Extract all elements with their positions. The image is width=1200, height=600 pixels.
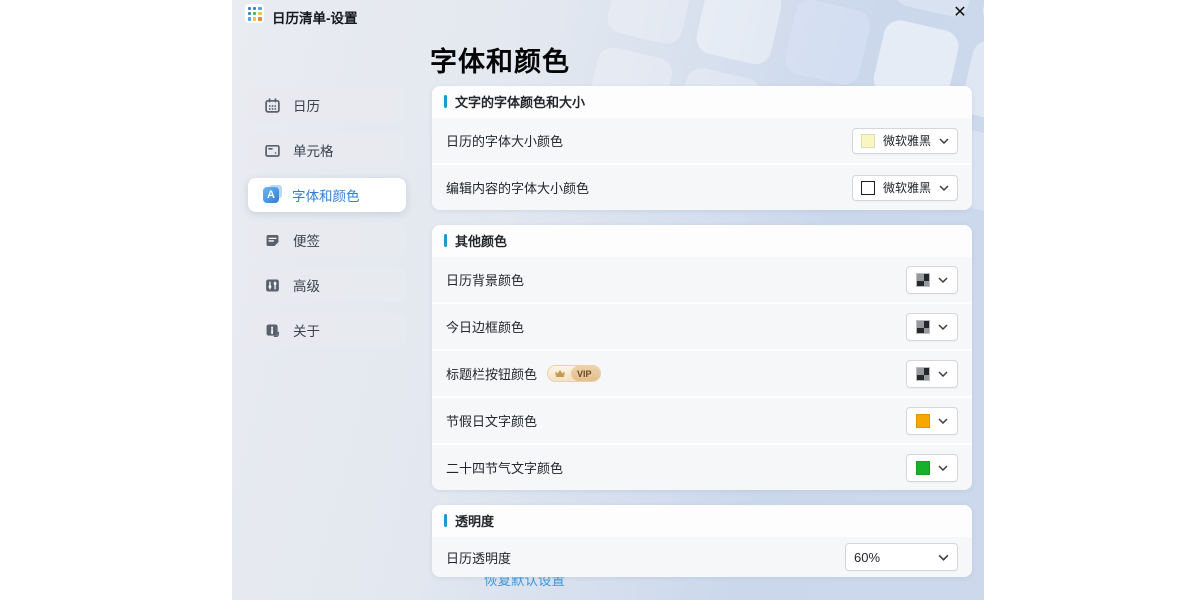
color-swatch [861, 134, 875, 148]
section-other-colors: 其他颜色 日历背景颜色 今日边框颜色 [432, 225, 972, 490]
sidebar-item-label: 字体和颜色 [292, 185, 360, 205]
chevron-down-icon [939, 185, 949, 191]
titlebar-button-color-dropdown[interactable] [906, 360, 958, 388]
section-header: 文字的字体颜色和大小 [432, 86, 972, 116]
color-swatch [916, 414, 930, 428]
settings-content: 文字的字体颜色和大小 日历的字体大小颜色 微软雅黑 编辑内容的字体大小颜色 [432, 86, 972, 592]
sidebar-item-font-color[interactable]: A 字体和颜色 [248, 178, 406, 212]
section-transparency: 透明度 日历透明度 60% [432, 505, 972, 577]
chevron-down-icon [938, 554, 949, 561]
setting-label: 今日边框颜色 [446, 317, 524, 336]
setting-row-edit-font: 编辑内容的字体大小颜色 微软雅黑 [432, 163, 972, 210]
sidebar-item-label: 单元格 [293, 140, 334, 160]
chevron-down-icon [939, 138, 949, 144]
setting-label: 日历背景颜色 [446, 270, 524, 289]
section-font-color-size: 文字的字体颜色和大小 日历的字体大小颜色 微软雅黑 编辑内容的字体大小颜色 [432, 86, 972, 210]
setting-row-calendar-font: 日历的字体大小颜色 微软雅黑 [432, 116, 972, 163]
sliders-icon [263, 276, 281, 294]
section-accent-bar [444, 95, 447, 108]
screen: 日历清单-设置 ✕ 字体和颜色 日历 单元格 A 字体和颜色 [0, 0, 1200, 600]
dropdown-value: 微软雅黑 [883, 132, 931, 149]
cell-icon [263, 141, 281, 159]
calendar-icon [263, 96, 281, 114]
crown-icon [548, 366, 571, 381]
setting-label: 节假日文字颜色 [446, 411, 537, 430]
setting-row-titlebar-button-color: 标题栏按钮颜色 VIP [432, 349, 972, 396]
solar-term-text-color-dropdown[interactable] [906, 454, 958, 482]
chevron-down-icon [938, 418, 948, 424]
calendar-bg-color-dropdown[interactable] [906, 266, 958, 294]
section-accent-bar [444, 234, 447, 247]
sidebar-item-notes[interactable]: 便签 [248, 223, 406, 257]
holiday-text-color-dropdown[interactable] [906, 407, 958, 435]
chevron-down-icon [938, 371, 948, 377]
chevron-down-icon [938, 277, 948, 283]
font-color-icon: A [263, 187, 280, 204]
title-bar: 日历清单-设置 ✕ [232, 0, 984, 30]
section-title: 透明度 [455, 511, 494, 530]
setting-row-calendar-transparency: 日历透明度 60% [432, 535, 972, 577]
edit-font-dropdown[interactable]: 微软雅黑 [852, 175, 958, 201]
window-title: 日历清单-设置 [272, 7, 358, 27]
setting-row-solar-term-text-color: 二十四节气文字颜色 [432, 443, 972, 490]
color-swatch [916, 461, 930, 475]
chevron-down-icon [938, 465, 948, 471]
dropdown-value: 60% [854, 550, 880, 565]
setting-label: 日历的字体大小颜色 [446, 131, 563, 150]
calendar-font-dropdown[interactable]: 微软雅黑 [852, 128, 958, 154]
note-icon [263, 231, 281, 249]
section-title: 其他颜色 [455, 231, 507, 250]
transparent-color-swatch [916, 367, 930, 381]
sidebar: 日历 单元格 A 字体和颜色 便签 [248, 88, 406, 358]
app-icon [245, 4, 264, 23]
sidebar-item-calendar[interactable]: 日历 [248, 88, 406, 122]
close-icon[interactable]: ✕ [949, 1, 971, 23]
sidebar-item-about[interactable]: 关于 [248, 313, 406, 347]
setting-label: 编辑内容的字体大小颜色 [446, 178, 589, 197]
chevron-down-icon [938, 324, 948, 330]
transparent-color-swatch [916, 320, 930, 334]
section-header: 透明度 [432, 505, 972, 535]
section-header: 其他颜色 [432, 225, 972, 255]
settings-window: 日历清单-设置 ✕ 字体和颜色 日历 单元格 A 字体和颜色 [232, 0, 984, 600]
vip-badge-label: VIP [571, 366, 600, 381]
sidebar-item-label: 便签 [293, 230, 320, 250]
vip-badge: VIP [547, 365, 601, 382]
sidebar-item-cell[interactable]: 单元格 [248, 133, 406, 167]
transparent-color-swatch [916, 273, 930, 287]
sidebar-item-advanced[interactable]: 高级 [248, 268, 406, 302]
sidebar-item-label: 高级 [293, 275, 320, 295]
section-accent-bar [444, 514, 447, 527]
color-swatch [861, 181, 875, 195]
info-icon [263, 321, 281, 339]
setting-row-calendar-bg-color: 日历背景颜色 [432, 255, 972, 302]
setting-label: 标题栏按钮颜色 [446, 364, 537, 383]
calendar-transparency-dropdown[interactable]: 60% [845, 543, 958, 571]
today-border-color-dropdown[interactable] [906, 313, 958, 341]
sidebar-item-label: 关于 [293, 320, 320, 340]
section-title: 文字的字体颜色和大小 [455, 92, 585, 111]
sidebar-item-label: 日历 [293, 95, 320, 115]
page-title: 字体和颜色 [430, 40, 570, 79]
setting-row-holiday-text-color: 节假日文字颜色 [432, 396, 972, 443]
setting-label: 二十四节气文字颜色 [446, 458, 563, 477]
setting-row-today-border-color: 今日边框颜色 [432, 302, 972, 349]
dropdown-value: 微软雅黑 [883, 179, 931, 196]
setting-label: 日历透明度 [446, 548, 511, 567]
